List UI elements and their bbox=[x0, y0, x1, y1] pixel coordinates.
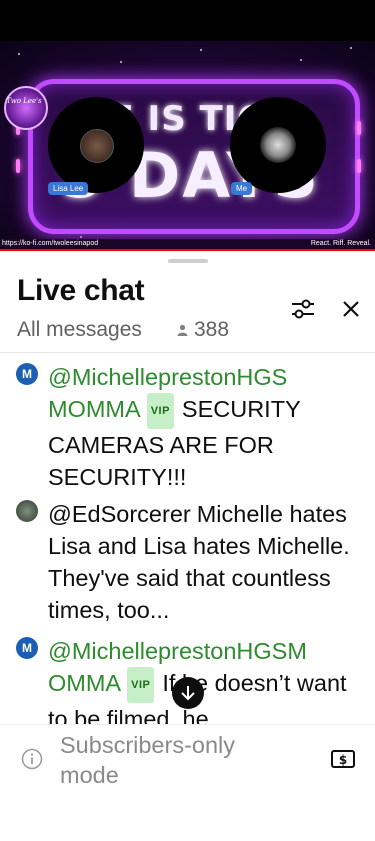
close-icon[interactable] bbox=[338, 296, 364, 322]
stage-light bbox=[357, 159, 361, 173]
viewer-count: 388 bbox=[177, 318, 229, 342]
scroll-to-bottom-button[interactable] bbox=[172, 677, 204, 709]
viewer-count-value: 388 bbox=[194, 318, 230, 341]
guest-avatar bbox=[80, 129, 114, 163]
person-icon bbox=[177, 325, 188, 337]
message-author[interactable]: @EdSorcerer bbox=[48, 501, 191, 527]
avatar[interactable]: M bbox=[16, 637, 38, 659]
subscribers-only-notice: Subscribers-only mode bbox=[60, 732, 236, 788]
guest-name-tag: Lisa Lee bbox=[48, 182, 89, 195]
chat-filter-dropdown[interactable]: All messages bbox=[17, 318, 142, 342]
status-bar bbox=[0, 0, 375, 41]
ring-image bbox=[260, 127, 296, 163]
tagline: React. Riff. Reveal. bbox=[310, 240, 371, 247]
arrow-down-icon bbox=[181, 686, 195, 701]
host-name-tag: Me bbox=[231, 182, 253, 195]
video-player[interactable]: ME IS TICKI 5 DAYS Lisa Lee Me Two Lee's bbox=[0, 41, 375, 251]
divider bbox=[0, 352, 375, 353]
guest-camera-right bbox=[230, 97, 326, 193]
svg-text:$: $ bbox=[339, 753, 347, 767]
vip-badge: VIP bbox=[146, 393, 174, 429]
vip-badge: VIP bbox=[127, 667, 155, 703]
guest-camera-left bbox=[48, 97, 144, 193]
drag-handle[interactable] bbox=[168, 259, 208, 263]
avatar[interactable] bbox=[16, 500, 38, 522]
super-chat-icon[interactable]: $ bbox=[330, 748, 356, 770]
video-progress-bar[interactable] bbox=[0, 249, 375, 251]
sliders-icon[interactable] bbox=[289, 296, 317, 322]
avatar[interactable]: M bbox=[16, 363, 38, 385]
info-icon[interactable] bbox=[21, 748, 43, 770]
stage-light bbox=[16, 159, 20, 173]
chat-message[interactable]: M @MichelleprestonHGS MOMMA VIP SECURITY C… bbox=[16, 361, 361, 493]
stage-light bbox=[357, 121, 361, 135]
chat-message[interactable]: @EdSorcerer Michelle hates Lisa and Lisa … bbox=[16, 498, 361, 626]
ko-fi-link: https://ko-fi.com/twoleesinapod bbox=[2, 240, 99, 247]
channel-logo bbox=[4, 86, 48, 130]
panel-title: Live chat bbox=[17, 274, 145, 307]
channel-logo-text: Two Lee's bbox=[6, 97, 42, 105]
